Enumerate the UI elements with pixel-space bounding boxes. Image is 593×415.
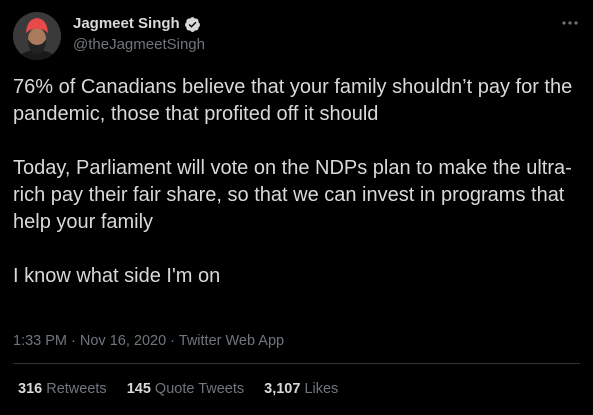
- divider: [13, 363, 580, 364]
- verified-badge-icon: [184, 16, 201, 33]
- quotes-count: 145: [126, 381, 151, 397]
- quotes-label: Quote Tweets: [154, 381, 245, 397]
- tweet-date[interactable]: Nov 16, 2020: [80, 333, 166, 349]
- author-handle[interactable]: @theJagmeetSingh: [73, 35, 205, 55]
- meta-separator: ·: [67, 333, 80, 349]
- quotes-stat[interactable]: 145 Quote Tweets: [127, 379, 244, 399]
- avatar-image: [13, 12, 61, 60]
- likes-count: 3,107: [264, 381, 301, 397]
- tweet-card: Jagmeet Singh @theJagmeetSingh 76% of Ca…: [0, 0, 593, 415]
- meta-separator: ·: [166, 333, 179, 349]
- likes-stat[interactable]: 3,107 Likes: [264, 379, 338, 399]
- tweet-paragraph: Today, Parliament will vote on the NDPs …: [13, 157, 572, 233]
- tweet-stats: 316 Retweets 145 Quote Tweets 3,107 Like…: [18, 379, 358, 399]
- likes-label: Likes: [304, 381, 339, 397]
- retweets-label: Retweets: [46, 381, 107, 397]
- author-block: Jagmeet Singh @theJagmeetSingh: [73, 14, 205, 55]
- retweets-stat[interactable]: 316 Retweets: [18, 379, 107, 399]
- author-name-row: Jagmeet Singh: [73, 14, 205, 34]
- tweet-metadata: 1:33 PM · Nov 16, 2020 · Twitter Web App: [13, 331, 284, 351]
- retweets-count: 316: [18, 381, 43, 397]
- more-options-icon[interactable]: [561, 14, 579, 32]
- author-name[interactable]: Jagmeet Singh: [73, 14, 180, 34]
- avatar[interactable]: [13, 12, 61, 60]
- tweet-text: 76% of Canadians believe that your famil…: [13, 74, 578, 317]
- tweet-time[interactable]: 1:33 PM: [13, 333, 67, 349]
- tweet-paragraph: I know what side I'm on: [13, 265, 221, 287]
- tweet-paragraph: 76% of Canadians believe that your famil…: [13, 76, 573, 125]
- tweet-source[interactable]: Twitter Web App: [179, 333, 284, 349]
